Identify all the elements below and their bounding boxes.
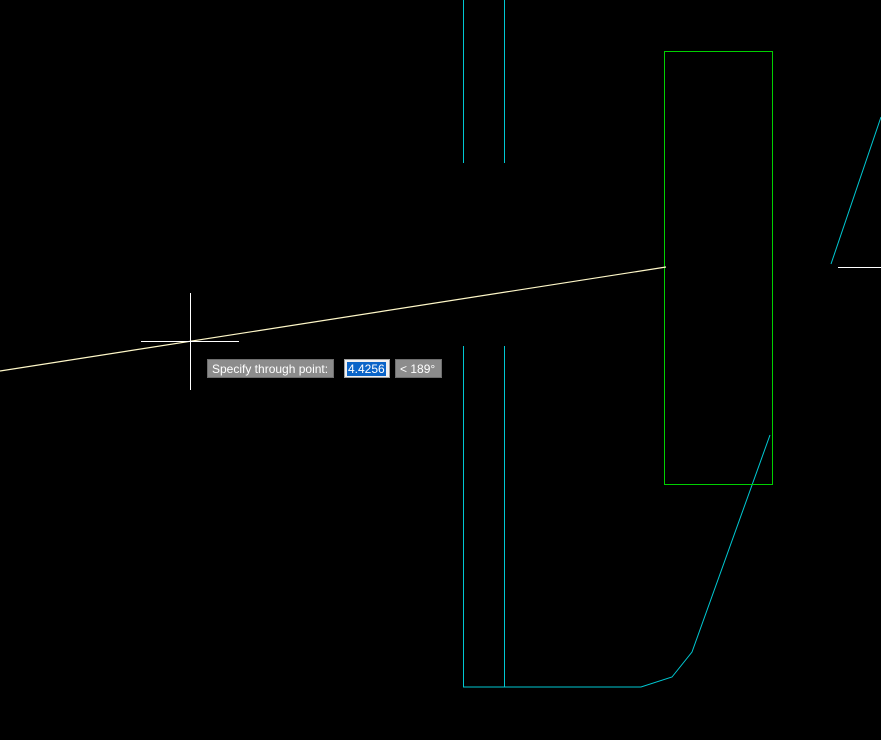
dynamic-input-prompt: Specify through point:: [207, 359, 335, 378]
construction-rubberband-line: [0, 266, 667, 372]
distance-input-field[interactable]: 4.4256: [344, 359, 390, 378]
cyan-diagonal-line-right[interactable]: [830, 116, 881, 265]
green-rectangle[interactable]: [664, 51, 773, 485]
distance-input-value[interactable]: 4.4256: [347, 362, 386, 376]
cyan-bottom-profile[interactable]: [463, 434, 771, 688]
angle-input-field[interactable]: < 189°: [395, 359, 443, 378]
drawing-canvas[interactable]: Specify through point: 4.4256 < 189°: [0, 0, 881, 740]
